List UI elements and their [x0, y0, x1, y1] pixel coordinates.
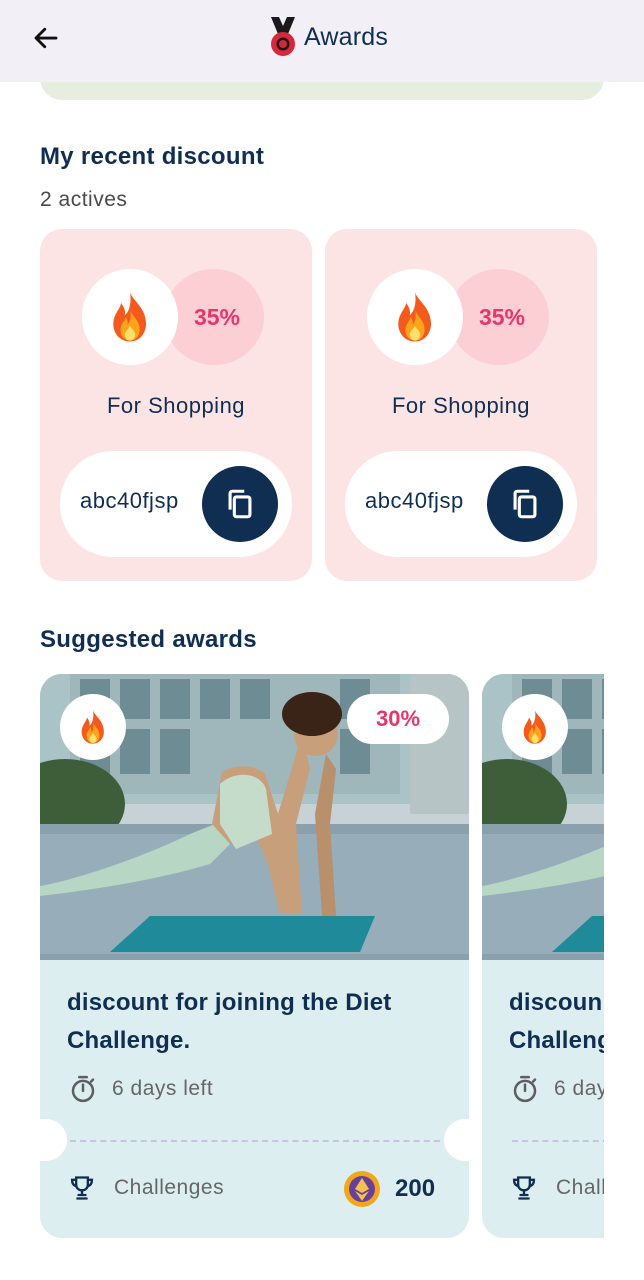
stopwatch-icon — [68, 1074, 98, 1104]
discount-card[interactable]: 35% For Shopping abc40fjsp — [40, 229, 312, 581]
recent-discount-heading: My recent discount — [40, 143, 265, 170]
award-icon-badge — [60, 694, 126, 760]
days-left: 6 day — [554, 1077, 604, 1100]
ticket-notch — [40, 1119, 67, 1161]
fire-icon — [74, 708, 112, 746]
back-button[interactable] — [26, 18, 66, 58]
fire-icon — [387, 289, 443, 345]
award-icon-badge — [502, 694, 568, 760]
suggested-awards-heading: Suggested awards — [40, 626, 257, 653]
page-title: Awards — [304, 22, 389, 51]
copy-icon — [223, 487, 257, 521]
points-value: 200 — [395, 1175, 436, 1202]
discount-code-pill: abc40fjsp — [60, 451, 292, 557]
award-category: Chall — [556, 1176, 604, 1199]
medal-icon — [271, 17, 295, 56]
award-card[interactable]: discoun Challeng 6 day Chall — [482, 674, 604, 1238]
discount-percent: 35% — [478, 303, 525, 330]
discount-card[interactable]: 35% For Shopping abc40fjsp — [325, 229, 597, 581]
stopwatch-icon — [510, 1074, 540, 1104]
award-category: Challenges — [114, 1176, 225, 1199]
dashed-divider — [70, 1140, 450, 1142]
discount-code: abc40fjsp — [365, 488, 464, 513]
ticket-notch — [444, 1119, 469, 1161]
award-title: discoun Challeng — [509, 989, 604, 1054]
days-left-row: 6 days left — [68, 1074, 213, 1104]
discount-percent: 35% — [193, 303, 240, 330]
dashed-divider — [512, 1140, 604, 1142]
days-left: 6 days left — [112, 1077, 214, 1100]
discount-percent-badge: 35% — [164, 269, 264, 365]
trophy-icon — [68, 1174, 96, 1202]
award-title: discount for joining the Diet Challenge. — [67, 989, 392, 1054]
copy-code-button[interactable] — [487, 466, 563, 542]
arrow-left-icon — [34, 27, 58, 49]
coin-icon — [344, 1171, 380, 1207]
discount-label: For Shopping — [391, 393, 531, 418]
discount-code: abc40fjsp — [80, 488, 179, 513]
discount-icon-badge — [367, 269, 463, 365]
award-card[interactable]: 30% discount for joining the Diet Challe… — [40, 674, 469, 1238]
copy-icon — [508, 487, 542, 521]
discount-code-pill: abc40fjsp — [345, 451, 577, 557]
award-card-peek-clip: discoun Challeng 6 day Chall — [482, 674, 604, 1238]
fire-icon — [102, 289, 158, 345]
discount-percent-badge: 35% — [449, 269, 549, 365]
award-percent-badge: 30% — [347, 694, 449, 744]
fire-icon — [516, 708, 554, 746]
award-category-row: Chall — [510, 1174, 604, 1202]
discount-label: For Shopping — [106, 393, 246, 418]
active-count: 2 actives — [40, 188, 128, 211]
copy-code-button[interactable] — [202, 466, 278, 542]
discount-icon-badge — [82, 269, 178, 365]
days-left-row: 6 day — [510, 1074, 604, 1104]
trophy-icon — [510, 1174, 538, 1202]
award-points: 200 — [343, 1170, 435, 1208]
app-bar: Awards — [0, 0, 644, 82]
award-category-row: Challenges — [68, 1174, 224, 1202]
